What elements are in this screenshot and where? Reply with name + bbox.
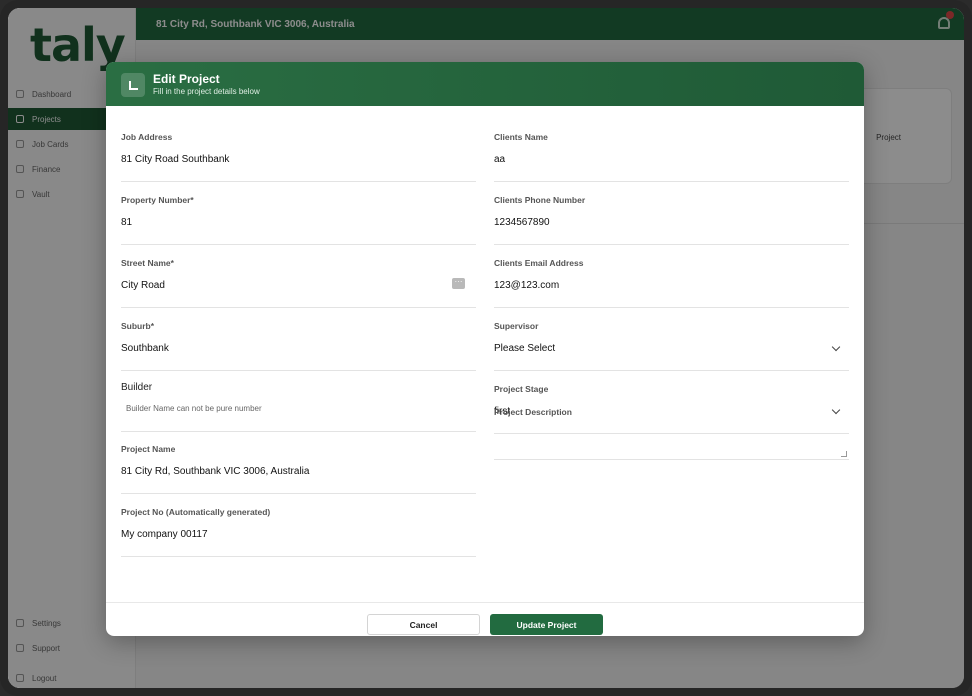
resize-handle[interactable] <box>841 451 847 457</box>
clients-email-label: Clients Email Address <box>494 258 584 268</box>
project-no-label: Project No (Automatically generated) <box>121 507 271 517</box>
clients-email-field[interactable]: Clients Email Address 123@123.com <box>494 258 849 308</box>
builder-input[interactable]: Builder Name can not be pure number <box>126 404 262 413</box>
project-description-label: Project Description <box>494 407 572 417</box>
suburb-input[interactable]: Southbank <box>121 343 169 354</box>
clients-name-input[interactable]: aa <box>494 154 505 165</box>
supervisor-label: Supervisor <box>494 321 539 331</box>
modal-title: Edit Project <box>153 72 220 86</box>
cancel-button[interactable]: Cancel <box>367 614 480 635</box>
chevron-down-icon[interactable] <box>831 342 841 352</box>
clients-name-field[interactable]: Clients Name aa <box>494 132 849 182</box>
project-name-input[interactable]: 81 City Rd, Southbank VIC 3006, Australi… <box>121 466 309 477</box>
modal-header: Edit Project Fill in the project details… <box>106 62 864 106</box>
screen: taly Dashboard Projects Job Cards Financ… <box>8 8 964 688</box>
project-no-value: My company 00117 <box>121 529 208 540</box>
clients-email-input[interactable]: 123@123.com <box>494 280 559 291</box>
job-address-input[interactable]: 81 City Road Southbank <box>121 154 229 165</box>
supervisor-select[interactable]: Please Select <box>494 343 555 354</box>
more-options-icon[interactable]: ··· <box>452 278 465 289</box>
job-address-field[interactable]: Job Address 81 City Road Southbank <box>121 132 476 182</box>
project-stage-label: Project Stage <box>494 384 549 394</box>
project-description-textarea[interactable]: Project Description <box>494 407 849 460</box>
clients-phone-input[interactable]: 1234567890 <box>494 217 550 228</box>
property-number-label: Property Number* <box>121 195 194 205</box>
street-name-label: Street Name* <box>121 258 174 268</box>
project-name-field[interactable]: Project Name 81 City Rd, Southbank VIC 3… <box>121 444 476 494</box>
property-number-field[interactable]: Property Number* 81 <box>121 195 476 245</box>
suburb-label: Suburb* <box>121 321 155 331</box>
modal-footer: Cancel Update Project <box>106 602 864 636</box>
clients-phone-field[interactable]: Clients Phone Number 1234567890 <box>494 195 849 245</box>
clients-phone-label: Clients Phone Number <box>494 195 586 205</box>
project-name-label: Project Name <box>121 444 176 454</box>
device-frame: taly Dashboard Projects Job Cards Financ… <box>0 0 972 696</box>
suburb-field[interactable]: Suburb* Southbank <box>121 321 476 371</box>
street-name-field[interactable]: Street Name* City Road ··· <box>121 258 476 308</box>
property-number-input[interactable]: 81 <box>121 217 132 228</box>
street-name-input[interactable]: City Road <box>121 280 165 291</box>
builder-field[interactable]: Builder Builder Name can not be pure num… <box>121 382 476 432</box>
project-no-field: Project No (Automatically generated) My … <box>121 507 476 557</box>
clients-name-label: Clients Name <box>494 132 548 142</box>
edit-project-modal: Edit Project Fill in the project details… <box>106 62 864 636</box>
supervisor-field[interactable]: Supervisor Please Select <box>494 321 849 371</box>
update-project-button[interactable]: Update Project <box>490 614 603 635</box>
modal-subtitle: Fill in the project details below <box>153 87 260 96</box>
project-icon <box>121 73 145 97</box>
builder-label: Builder <box>121 382 153 393</box>
job-address-label: Job Address <box>121 132 173 142</box>
